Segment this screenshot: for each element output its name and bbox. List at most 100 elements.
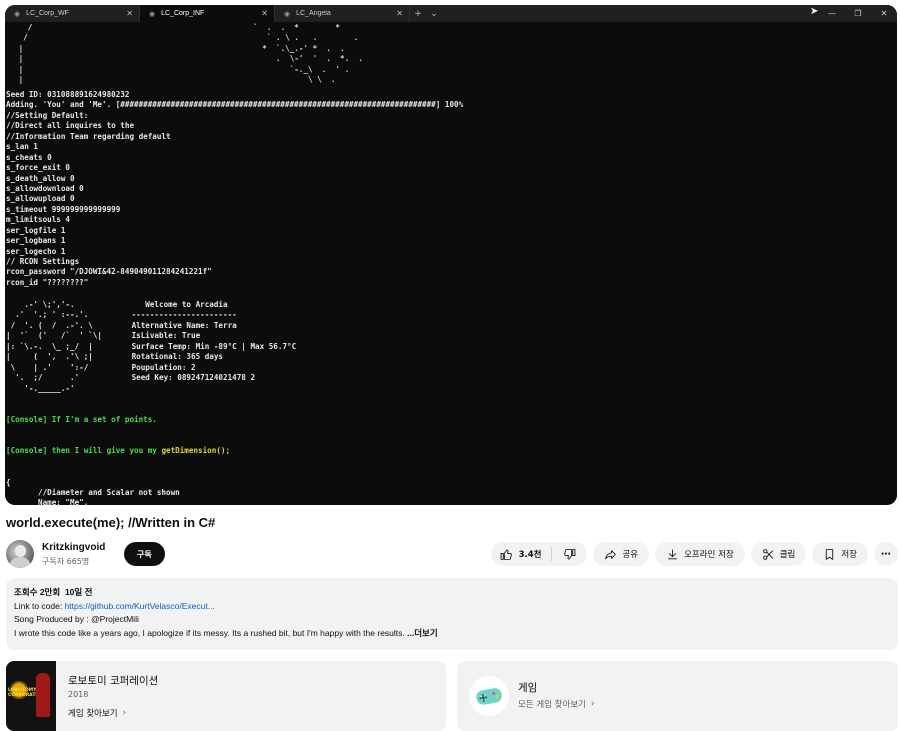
chevron-right-icon: › (590, 699, 595, 709)
ascii-line: .' '.; ' :--.'. (6, 310, 89, 320)
description-box[interactable]: 조회수 2만회 10일 전 Link to code: https://gith… (6, 578, 898, 650)
log-line: //Information Team regarding default (6, 131, 171, 141)
minimize-button[interactable]: — (819, 5, 845, 22)
log-line: // RCON Settings (6, 257, 80, 266)
ascii-line: ` . \ . . . (244, 33, 359, 43)
video-player[interactable]: ◉ LC_Corp_WF ✕ ◉ LC_Corp_INF ✕ ◉ LC_Ange… (5, 5, 897, 505)
subscribe-button[interactable]: 구독 (124, 542, 165, 566)
channel-row: Kritzkingvoid 구독자 665명 구독 3.4천 공유 오프라인 저… (6, 540, 898, 570)
log-line: s_cheats 0 (6, 152, 52, 162)
ascii-line: |: `\.-. \_ ;_/ | (6, 341, 93, 351)
tab-label: LC_Angela (296, 10, 331, 17)
download-icon (668, 549, 677, 559)
video-title: world.execute(me); //Written in C# (6, 515, 216, 530)
log-line: m_limitsouls 4 (6, 215, 71, 225)
category-title: 게임 (518, 682, 538, 694)
description-body: I wrote this code like a years ago, I ap… (14, 627, 890, 641)
channel-name[interactable]: Kritzkingvoid (42, 542, 105, 553)
terminal-output: / / | | | | ` . . * * ` . \ . . . * `.\_… (6, 23, 897, 505)
ascii-line: | (14, 54, 24, 64)
log-line: ser_logfile 1 (6, 225, 66, 235)
download-label: 오프라인 저장 (684, 550, 734, 560)
ascii-line: * `.\_.-' * . . (244, 43, 345, 53)
like-button[interactable]: 3.4천 (491, 547, 553, 561)
dislike-button[interactable] (552, 548, 587, 561)
save-button[interactable]: 저장 (812, 542, 868, 566)
console-function-call: getDimension(); (161, 446, 231, 456)
ascii-line: | (14, 64, 24, 74)
browse-all-games-label: 모든 게임 찾아보기 (518, 700, 586, 710)
add-tab-button[interactable]: + (410, 5, 426, 22)
tab-dropdown-icon[interactable]: ⌄ (426, 5, 442, 22)
share-button[interactable]: 공유 (593, 542, 650, 566)
ascii-line: \ \ . (244, 75, 336, 85)
game-card[interactable]: LOBOTOMY CORPORATION 로보토미 코퍼레이션 2018 게임 … (6, 661, 446, 731)
channel-avatar[interactable] (6, 540, 34, 568)
log-line: Seed ID: 031088891624980232 (6, 90, 130, 99)
arcadia-line: Surface Temp: Min -89°C | Max 56.7°C (127, 341, 297, 351)
tab-label: LC_Corp_INF (161, 10, 205, 17)
mouse-cursor-icon: ➤ (810, 6, 819, 17)
log-line: ser_logbans 1 (6, 236, 66, 246)
arcadia-line: Alternative Name: Terra (127, 320, 237, 330)
terminal-tab-lc-corp-inf[interactable]: ◉ LC_Corp_INF ✕ (140, 5, 275, 22)
console-line: [Console] then I will give you my (6, 446, 162, 456)
browse-game-link[interactable]: 게임 찾아보기 › (68, 707, 126, 719)
log-line: s_lan 1 (6, 142, 39, 152)
clip-button[interactable]: 클립 (750, 542, 807, 566)
ascii-art-stars: ` . . * * ` . \ . . . * `.\_.-' * . . . … (244, 23, 363, 86)
subscriber-count: 구독자 665명 (42, 557, 90, 566)
browse-all-games-link[interactable]: 모든 게임 찾아보기 › (518, 698, 594, 710)
ascii-line: \ | .' ':-/ (6, 362, 89, 372)
window-close-button[interactable]: ✕ (871, 5, 897, 22)
log-line: s_timeout 999999999999999 (6, 204, 121, 214)
terminal-tab-lc-angela[interactable]: ◉ LC_Angela ✕ (275, 5, 410, 22)
console-line: [Console] If I'm a set of points. (6, 414, 157, 424)
category-card[interactable]: 게임 모든 게임 찾아보기 › (457, 661, 898, 731)
chevron-right-icon: › (122, 708, 127, 718)
ascii-line: .-' \;','-. (6, 300, 75, 309)
console-block: [Console] If I'm a set of points. [Conso… (6, 394, 230, 505)
like-dislike-group: 3.4천 (490, 542, 588, 566)
log-line: ser_logecho 1 (6, 246, 66, 256)
terminal-icon: ◉ (284, 10, 291, 18)
clip-label: 클립 (779, 550, 796, 560)
save-label: 저장 (841, 550, 857, 560)
log-line: rcon_id "????????" (6, 277, 89, 287)
ascii-art-left: / / | | | | (14, 23, 33, 86)
browse-game-label: 게임 찾아보기 (68, 709, 118, 719)
ascii-line: '. ;/ .' (6, 373, 80, 383)
close-icon[interactable]: ✕ (261, 9, 268, 18)
show-more-button[interactable]: ...더보기 (407, 628, 438, 638)
log-line: //Direct all inquires to the (6, 121, 135, 131)
code-line: { (6, 477, 11, 487)
more-actions-button[interactable]: ⋯ (874, 542, 898, 566)
code-line: //Diameter and Scalar not shown (6, 488, 180, 498)
upload-date: 10일 전 (64, 587, 93, 597)
terminal-log: Seed ID: 031088891624980232 Adding. 'You'… (6, 90, 463, 288)
game-title: 로보토미 코퍼레이션 (68, 675, 159, 687)
ascii-line: | (14, 43, 24, 53)
terminal-icon: ◉ (14, 10, 21, 18)
ascii-line: . \-' ' . *. . (244, 54, 363, 64)
ascii-line: | (14, 75, 24, 85)
like-count: 3.4천 (518, 550, 542, 560)
maximize-button[interactable]: ❐ (845, 5, 871, 22)
thumbs-down-icon (564, 548, 576, 560)
ascii-line: | ( ', .'\ ;| (6, 352, 93, 362)
arcadia-line: Welcome to Arcadia (127, 300, 228, 309)
arcadia-line: ----------------------- (127, 310, 237, 320)
tab-label: LC_Corp_WF (26, 10, 69, 17)
code-link[interactable]: https://github.com/KurtVelasco/Execut... (65, 601, 215, 611)
description-text: I wrote this code like a years ago, I ap… (14, 627, 405, 638)
close-icon[interactable]: ✕ (126, 9, 133, 18)
download-button[interactable]: 오프라인 저장 (655, 542, 745, 566)
log-line: Adding. 'You' and 'Me'. [###############… (6, 100, 464, 110)
share-icon (605, 549, 617, 559)
arcadia-line: Rotational: 365 days (127, 352, 224, 362)
terminal-tab-lc-corp-wf[interactable]: ◉ LC_Corp_WF ✕ (5, 5, 140, 22)
terminal-tab-bar: ◉ LC_Corp_WF ✕ ◉ LC_Corp_INF ✕ ◉ LC_Ange… (5, 5, 897, 22)
ascii-line: | '` (' /` ' `\| (6, 331, 103, 341)
ascii-line: / '. ( / .-'. \ (6, 320, 93, 330)
close-icon[interactable]: ✕ (396, 9, 403, 18)
